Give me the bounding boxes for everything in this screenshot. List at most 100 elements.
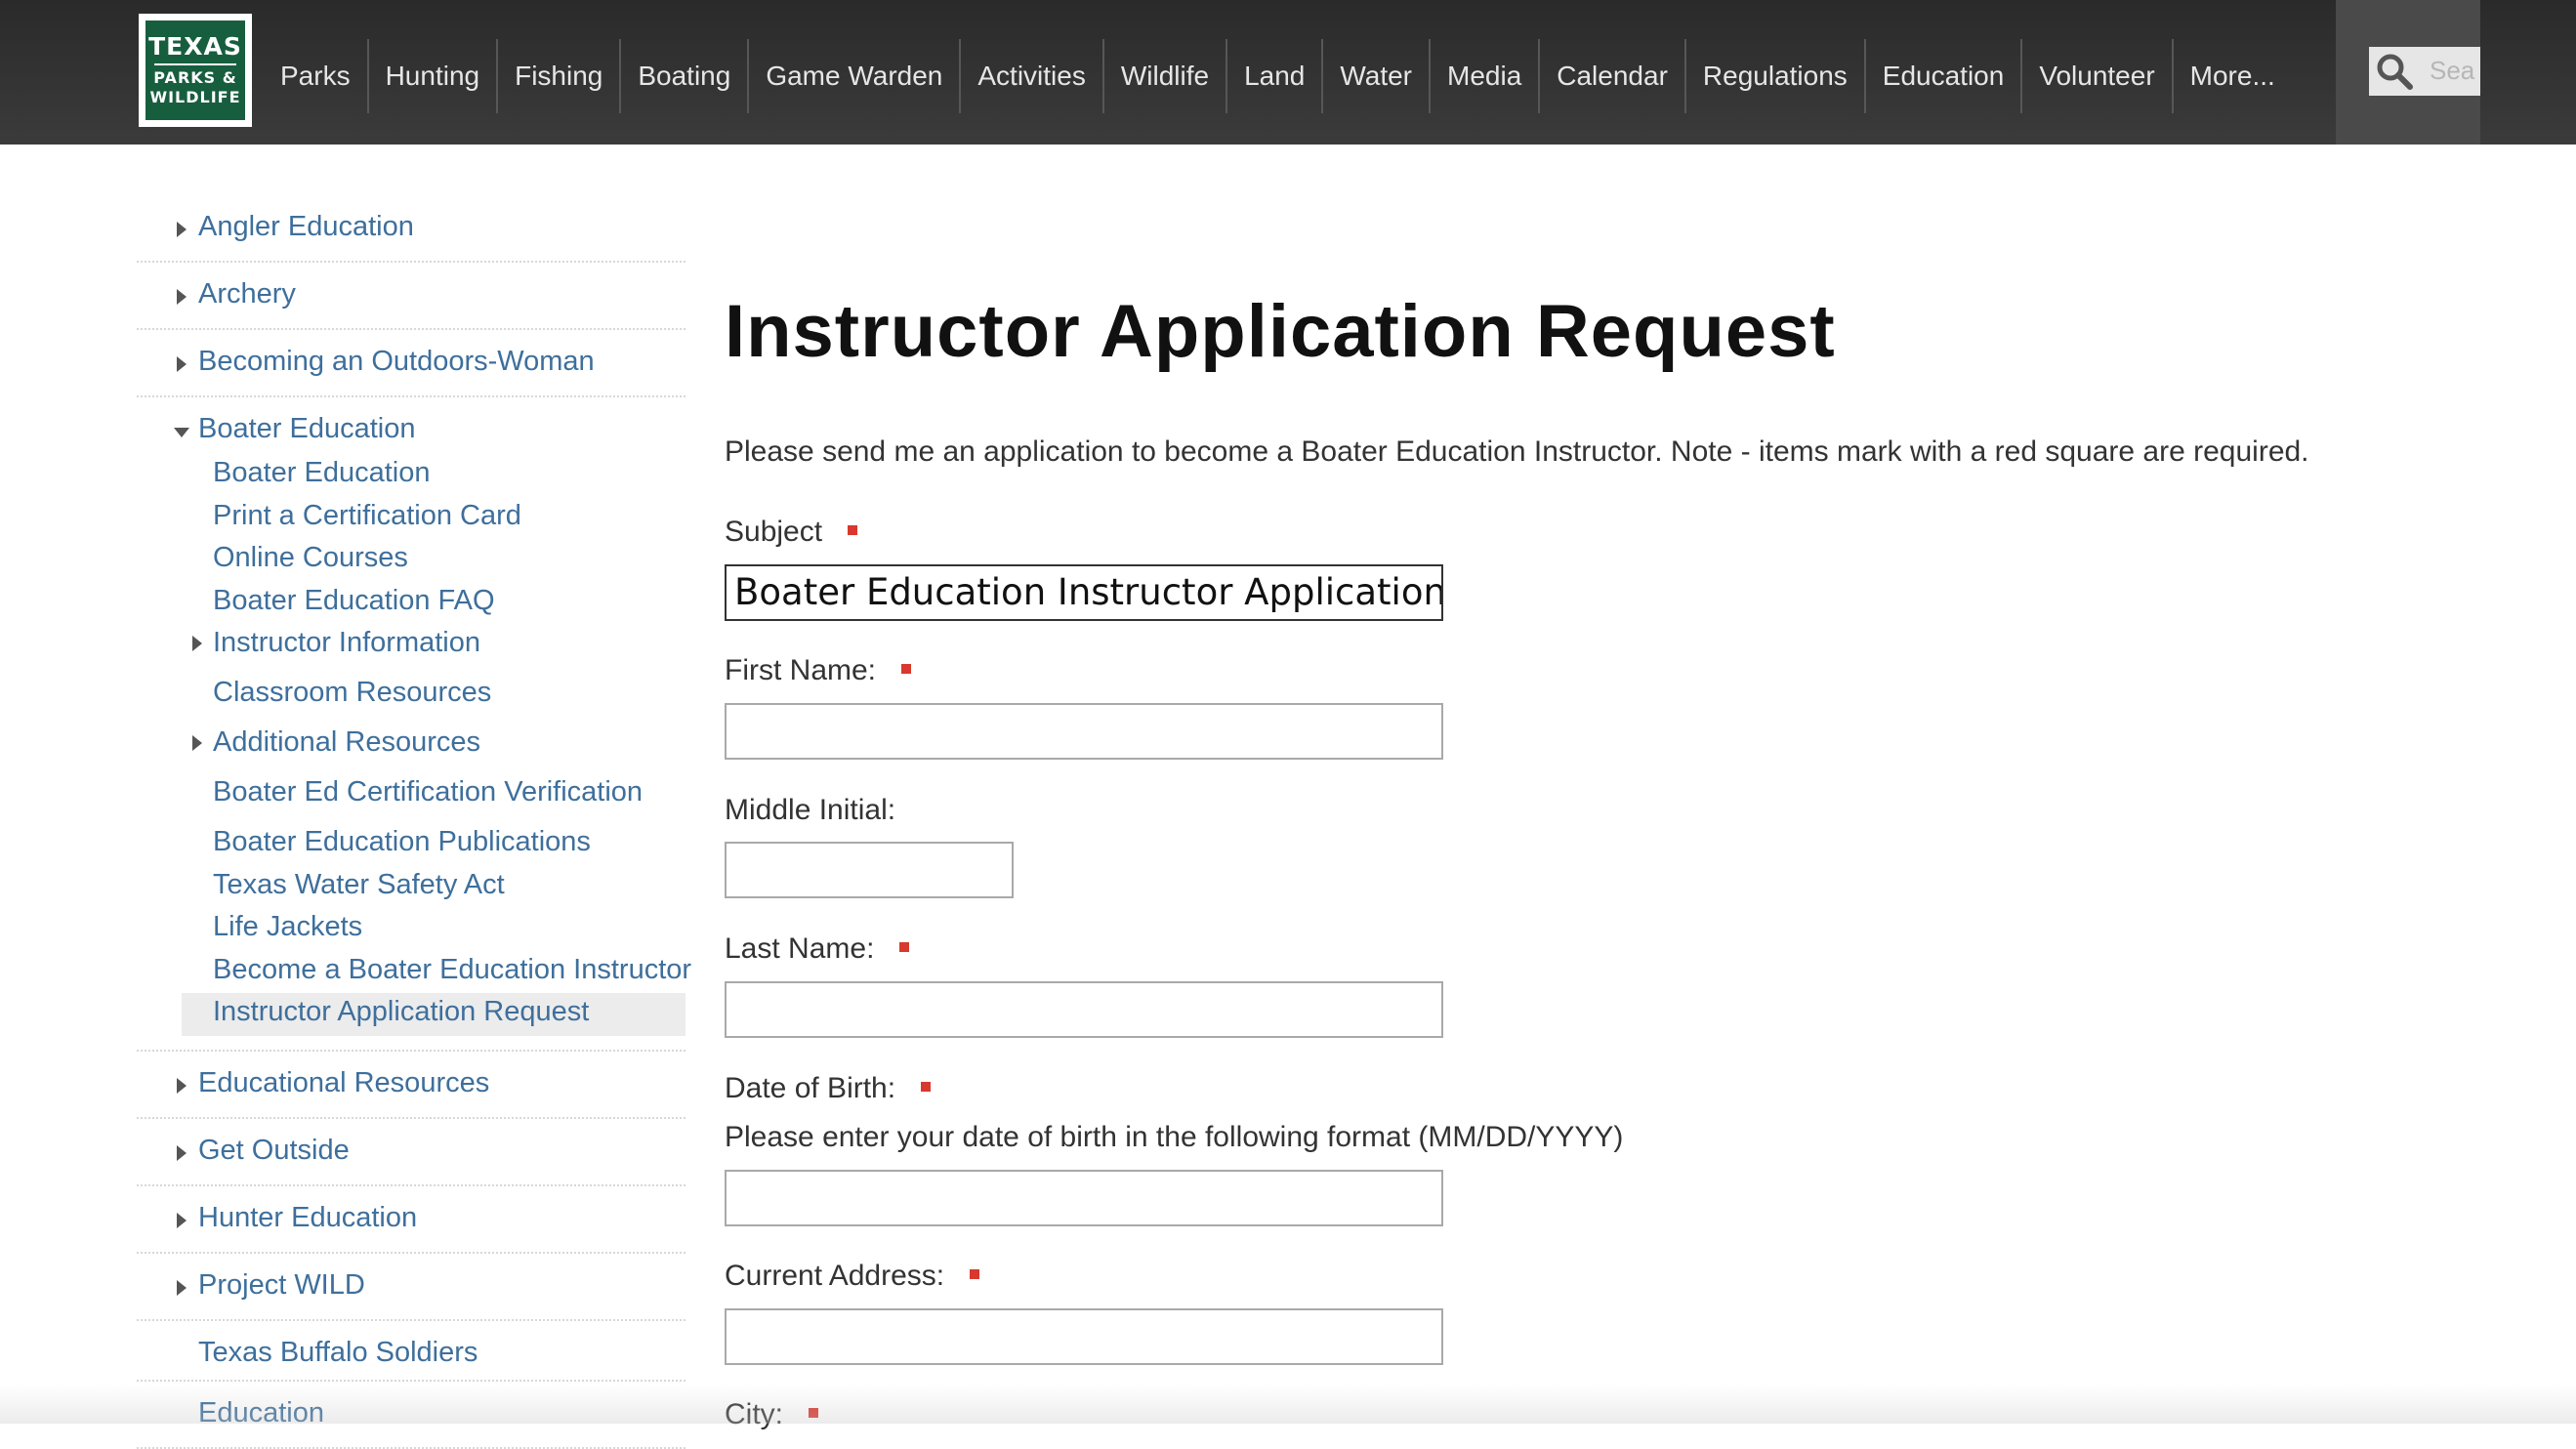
- sidebar-subitem-boater-education-faq[interactable]: Boater Education FAQ: [137, 582, 686, 625]
- middle-initial-input[interactable]: [725, 842, 1014, 898]
- sidebar-subitem-label: Online Courses: [213, 542, 408, 573]
- sidebar-item-boater-education[interactable]: Boater Education: [137, 397, 686, 454]
- sidebar-subitem-additional-resources[interactable]: Additional Resources: [137, 724, 686, 773]
- dob-hint: Please enter your date of birth in the f…: [725, 1121, 1624, 1153]
- dob-label: Date of Birth:: [725, 1072, 932, 1105]
- sidebar-subitem-label: Boater Education FAQ: [213, 584, 495, 616]
- sidebar-nav: Angler Education Archery Becoming an Outdo…: [137, 195, 691, 1449]
- sidebar-item-texas-buffalo-soldiers[interactable]: Texas Buffalo Soldiers: [137, 1321, 686, 1382]
- caret-right-icon[interactable]: [192, 636, 202, 651]
- first-name-label: First Name:: [725, 654, 912, 687]
- sidebar-subitem-classroom-resources[interactable]: Classroom Resources: [137, 674, 686, 724]
- top-navigation-bar: TEXAS PARKS & WILDLIFE Parks Hunting Fishi…: [0, 0, 2576, 145]
- caret-right-icon[interactable]: [177, 1212, 187, 1228]
- nav-item-parks[interactable]: Parks: [264, 39, 367, 113]
- dob-input[interactable]: [725, 1170, 1443, 1226]
- search-input[interactable]: Sea: [2369, 47, 2480, 96]
- sidebar-subitem-label: Life Jackets: [213, 911, 363, 942]
- nav-item-hunting[interactable]: Hunting: [366, 39, 497, 113]
- nav-item-calendar[interactable]: Calendar: [1538, 39, 1684, 113]
- address-label: Current Address:: [725, 1260, 980, 1293]
- sidebar-item-label: Angler Education: [198, 211, 414, 242]
- sidebar-subitem-boater-education[interactable]: Boater Education: [137, 454, 686, 497]
- nav-item-regulations[interactable]: Regulations: [1683, 39, 1864, 113]
- nav-item-activities[interactable]: Activities: [959, 39, 1101, 113]
- nav-item-land[interactable]: Land: [1226, 39, 1321, 113]
- sidebar-item-label: Texas Buffalo Soldiers: [198, 1336, 478, 1368]
- last-name-input[interactable]: [725, 981, 1443, 1038]
- nav-item-media[interactable]: Media: [1429, 39, 1538, 113]
- caret-right-icon[interactable]: [177, 1144, 187, 1161]
- nav-item-fishing[interactable]: Fishing: [496, 39, 619, 113]
- nav-item-game-warden[interactable]: Game Warden: [747, 39, 959, 113]
- sidebar-subitem-label: Become a Boater Education Instructor: [213, 953, 692, 985]
- sidebar-subitem-label: Additional Resources: [213, 726, 481, 758]
- caret-right-icon[interactable]: [192, 735, 202, 751]
- sidebar-item-archery[interactable]: Archery: [137, 263, 686, 330]
- sidebar-subitem-label: Classroom Resources: [213, 677, 492, 708]
- caret-down-icon[interactable]: [174, 428, 189, 437]
- nav-item-water[interactable]: Water: [1321, 39, 1429, 113]
- sidebar-subitem-print-a-certification-card[interactable]: Print a Certification Card: [137, 497, 686, 540]
- address-input[interactable]: [725, 1308, 1443, 1365]
- caret-right-icon[interactable]: [177, 1077, 187, 1094]
- last-name-label: Last Name:: [725, 932, 910, 966]
- required-marker: [848, 525, 858, 536]
- nav-item-volunteer[interactable]: Volunteer: [2020, 39, 2171, 113]
- main-nav: Parks Hunting Fishing Boating Game Warden Act…: [264, 39, 2292, 113]
- nav-item-more[interactable]: More...: [2171, 39, 2292, 113]
- sidebar-item-educational-resources[interactable]: Educational Resources: [137, 1052, 686, 1119]
- sidebar-item-angler-education[interactable]: Angler Education: [137, 195, 686, 263]
- sidebar-subitem-label: Instructor Application Request: [213, 996, 590, 1027]
- sidebar-subitem-label: Print a Certification Card: [213, 499, 521, 531]
- page-title: Instructor Application Request: [725, 290, 1836, 373]
- caret-right-icon[interactable]: [177, 1279, 187, 1296]
- intro-text: Please send me an application to become …: [725, 435, 2309, 468]
- nav-item-boating[interactable]: Boating: [619, 39, 747, 113]
- sidebar-item-hunter-education[interactable]: Hunter Education: [137, 1186, 686, 1254]
- first-name-input[interactable]: [725, 703, 1443, 760]
- nav-item-education[interactable]: Education: [1863, 39, 2021, 113]
- sidebar-subitem-label: Boater Ed Certification Verification: [213, 776, 644, 807]
- required-marker: [921, 1082, 932, 1093]
- sidebar-subitem-texas-water-safety-act[interactable]: Texas Water Safety Act: [137, 866, 686, 909]
- sidebar-subitem-life-jackets[interactable]: Life Jackets: [137, 908, 686, 951]
- required-marker: [899, 942, 910, 953]
- logo-line-1: TEXAS: [148, 32, 242, 61]
- sidebar-item-label: Project WILD: [198, 1268, 365, 1301]
- sidebar-item-label: Educational Resources: [198, 1066, 490, 1098]
- sidebar-item-becoming-an-outdoors-woman[interactable]: Becoming an Outdoors-Woman: [137, 330, 686, 397]
- sidebar-item-label: Get Outside: [198, 1134, 350, 1166]
- sidebar-item-label: Archery: [198, 278, 296, 310]
- sidebar-subitem-boater-education-publications[interactable]: Boater Education Publications: [137, 823, 686, 866]
- nav-item-wildlife[interactable]: Wildlife: [1101, 39, 1226, 113]
- logo-badge: TEXAS PARKS & WILDLIFE: [144, 19, 247, 122]
- sidebar-subitem-label: Boater Education: [213, 457, 431, 488]
- sidebar-item-project-wild[interactable]: Project WILD: [137, 1254, 686, 1321]
- sidebar-subitem-boater-ed-certification-verification[interactable]: Boater Ed Certification Verification: [137, 773, 686, 823]
- subject-input[interactable]: Boater Education Instructor Application …: [725, 564, 1443, 621]
- sidebar-group-boater-education: Boater Education Boater Education Print a …: [137, 397, 691, 1052]
- sidebar-subitem-instructor-application-request[interactable]: Instructor Application Request: [182, 993, 686, 1036]
- sidebar-subitem-become-a-boater-education-instructor[interactable]: Become a Boater Education Instructor: [137, 951, 691, 994]
- bottom-fade: [0, 1385, 2576, 1424]
- sidebar-item-get-outside[interactable]: Get Outside: [137, 1119, 686, 1186]
- required-marker: [901, 664, 912, 675]
- search-placeholder: Sea: [2430, 56, 2475, 85]
- sidebar-subitem-instructor-information[interactable]: Instructor Information: [137, 624, 686, 674]
- required-marker: [970, 1269, 980, 1280]
- caret-right-icon[interactable]: [177, 356, 187, 372]
- sidebar-subitem-label: Instructor Information: [213, 627, 480, 658]
- sidebar-item-label: Hunter Education: [198, 1201, 418, 1233]
- subject-label: Subject: [725, 516, 858, 549]
- sidebar-item-label: Becoming an Outdoors-Woman: [198, 346, 595, 377]
- search-icon[interactable]: [2375, 52, 2414, 91]
- sidebar-subitem-online-courses[interactable]: Online Courses: [137, 539, 686, 582]
- sidebar-subitem-label: Boater Education Publications: [213, 826, 591, 857]
- caret-right-icon[interactable]: [177, 222, 187, 237]
- sidebar-item-label: Boater Education: [198, 413, 416, 444]
- logo-line-2: PARKS &: [153, 68, 237, 87]
- tpwd-logo[interactable]: TEXAS PARKS & WILDLIFE: [139, 14, 252, 127]
- caret-right-icon[interactable]: [177, 289, 187, 305]
- sidebar-subitem-label: Texas Water Safety Act: [213, 868, 505, 900]
